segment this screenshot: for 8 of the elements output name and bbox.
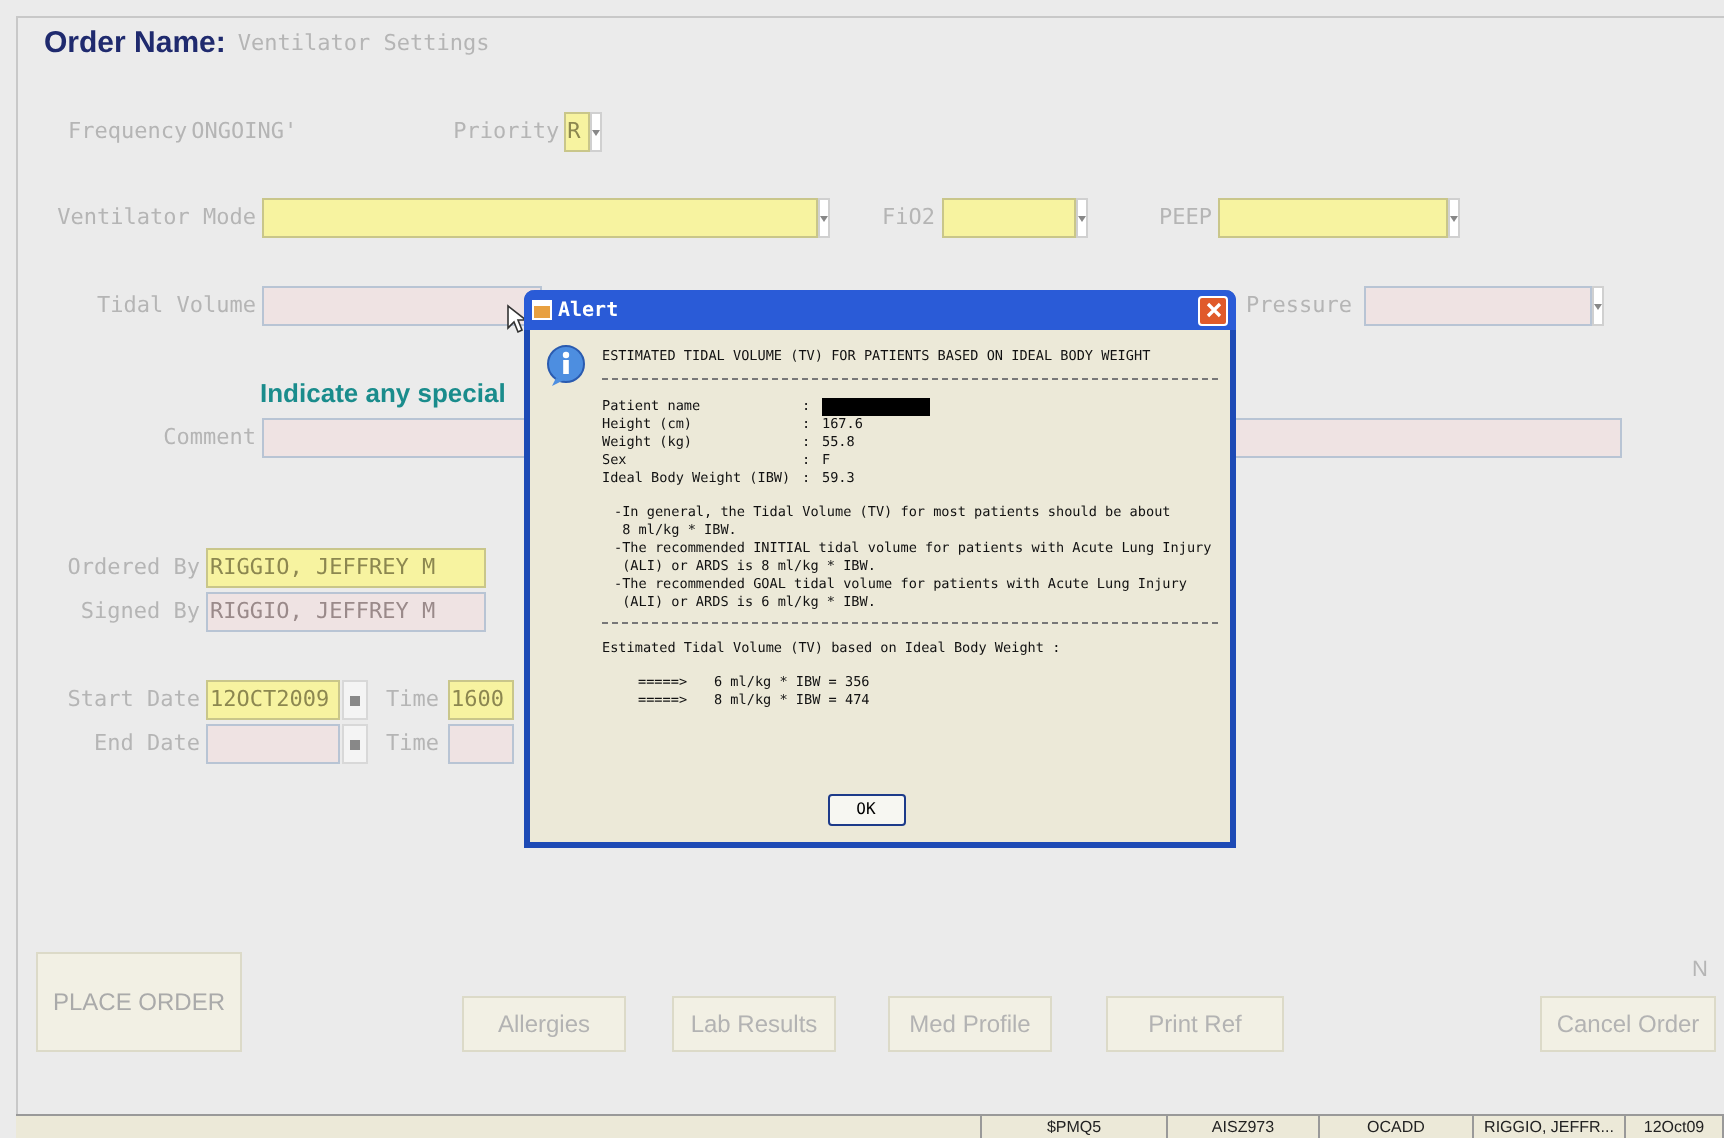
status-bar-cell: $PMQ5 [982, 1116, 1168, 1138]
status-bar-cell: AISZ973 [1168, 1116, 1320, 1138]
order-name-label: Order Name: [44, 23, 226, 64]
status-bar-cell: 12Oct09 [1626, 1116, 1724, 1138]
status-bar-cell: OCADD [1320, 1116, 1474, 1138]
status-bar-cell: RIGGIO, JEFFR... [1474, 1116, 1626, 1138]
instruction-text: Indicate any special [260, 376, 506, 413]
dialog-title: Alert [558, 297, 619, 325]
